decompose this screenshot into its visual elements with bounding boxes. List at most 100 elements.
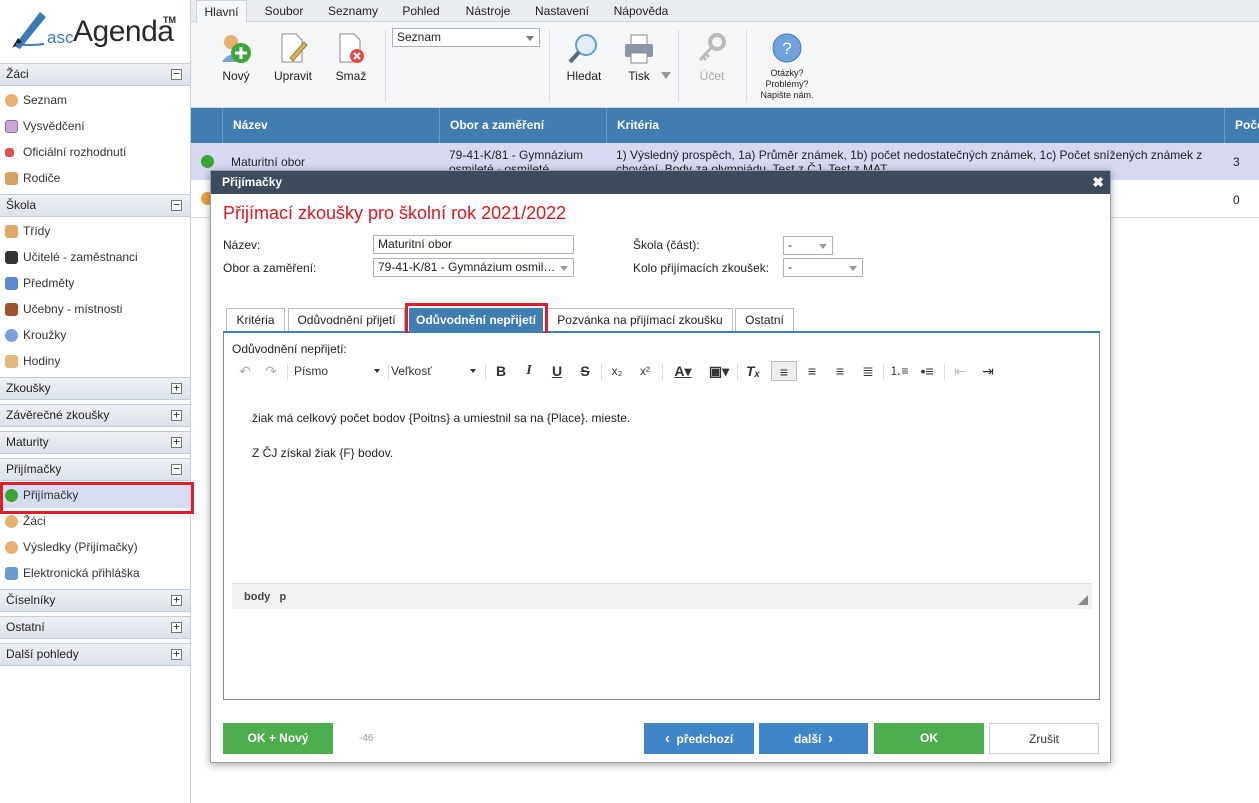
section-zkousky[interactable]: Zkoušky + bbox=[0, 377, 190, 400]
expand-icon[interactable]: + bbox=[171, 436, 182, 448]
obor-label: Obor a zaměření: bbox=[223, 261, 317, 275]
indent-icon[interactable]: ⇥ bbox=[977, 361, 999, 381]
superscript-icon[interactable]: x² bbox=[634, 361, 656, 381]
tab-pozvanka[interactable]: Pozvánka na přijímací zkoušku bbox=[547, 308, 733, 331]
record-counter: -46 bbox=[359, 733, 374, 744]
cancel-button[interactable]: Zrušit bbox=[989, 723, 1099, 754]
ok-button[interactable]: OK bbox=[874, 723, 984, 754]
nazev-input[interactable]: Maturitní obor bbox=[373, 235, 574, 254]
sidebar-item-elektronicka-prihlaska[interactable]: Elektronická přihláška bbox=[0, 560, 190, 586]
expand-icon[interactable]: + bbox=[171, 594, 182, 606]
italic-icon[interactable]: I bbox=[518, 361, 540, 381]
section-ciselniky[interactable]: Číselníky + bbox=[0, 589, 190, 612]
new-button[interactable]: Nový bbox=[216, 32, 256, 83]
column-obor[interactable]: Obor a zaměření bbox=[440, 108, 607, 143]
bullet-list-icon[interactable]: •≡ bbox=[916, 361, 938, 381]
sidebar-item-hodiny[interactable]: Hodiny bbox=[0, 348, 190, 374]
strikethrough-icon[interactable]: S bbox=[574, 361, 596, 381]
font-select[interactable]: Písmo bbox=[294, 361, 380, 381]
undo-icon[interactable]: ↶ bbox=[234, 361, 256, 381]
skola-select[interactable]: - bbox=[783, 236, 833, 255]
justify-icon[interactable]: ≣ bbox=[857, 361, 879, 381]
expand-icon[interactable]: + bbox=[171, 648, 182, 660]
redo-icon[interactable]: ↷ bbox=[260, 361, 282, 381]
align-left-icon[interactable]: ≡ bbox=[771, 361, 797, 381]
section-skola[interactable]: Škola − bbox=[0, 194, 190, 217]
sidebar-item-predmety[interactable]: Předměty bbox=[0, 270, 190, 296]
search-button[interactable]: Hledat bbox=[564, 32, 604, 83]
section-ostatni[interactable]: Ostatní + bbox=[0, 616, 190, 639]
previous-button[interactable]: ‹ předchozí bbox=[644, 723, 754, 754]
column-kriteria[interactable]: Kritéria bbox=[607, 108, 1225, 143]
sidebar-item-tridy[interactable]: Třídy bbox=[0, 218, 190, 244]
expand-icon[interactable]: + bbox=[171, 621, 182, 633]
size-select[interactable]: Veľkosť bbox=[391, 361, 476, 381]
chevron-down-icon bbox=[374, 369, 380, 373]
background-color-icon[interactable]: ▣▾ bbox=[704, 361, 734, 381]
outdent-icon[interactable]: ⇤ bbox=[949, 361, 971, 381]
add-user-icon bbox=[222, 35, 251, 63]
collapse-icon[interactable]: − bbox=[171, 68, 182, 80]
section-prijimacky[interactable]: Přijímačky − bbox=[0, 458, 190, 481]
remove-format-icon[interactable]: Tₓ bbox=[742, 361, 764, 381]
logo-asc: asc bbox=[47, 28, 74, 47]
close-icon[interactable]: ✖ bbox=[1092, 171, 1104, 194]
tab-kriteria[interactable]: Kritéria bbox=[226, 308, 285, 331]
align-center-icon[interactable]: ≡ bbox=[801, 361, 823, 381]
underline-icon[interactable]: U bbox=[546, 361, 568, 381]
numbered-list-icon[interactable]: ⒈≡ bbox=[888, 361, 910, 381]
sidebar-item-vysvedceni[interactable]: Vysvědčení bbox=[0, 113, 190, 139]
menu-soubor[interactable]: Soubor bbox=[254, 0, 314, 22]
collapse-icon[interactable]: − bbox=[171, 199, 182, 211]
menu-napoveda[interactable]: Nápověda bbox=[605, 0, 677, 22]
sidebar-item-ucitele[interactable]: Učitelé - zaměstnanci bbox=[0, 244, 190, 270]
edit-button[interactable]: Upravit bbox=[273, 32, 313, 83]
sidebar-item-ucebny[interactable]: Učebny - místnosti bbox=[0, 296, 190, 322]
tab-ostatni[interactable]: Ostatní bbox=[735, 308, 794, 331]
print-dropdown-icon[interactable] bbox=[661, 72, 671, 79]
kolo-select[interactable]: - bbox=[783, 258, 863, 277]
toolbar-separator bbox=[549, 30, 550, 102]
expand-icon[interactable]: + bbox=[171, 409, 182, 421]
resize-handle-icon[interactable] bbox=[1078, 595, 1088, 605]
sidebar-item-rodice[interactable]: Rodiče bbox=[0, 165, 190, 191]
help-button[interactable]: ? Otázky? Problémy? Napište nám. bbox=[757, 32, 817, 100]
sidebar-item-seznam[interactable]: Seznam bbox=[0, 87, 190, 113]
column-pocet[interactable]: Poče bbox=[1225, 108, 1259, 143]
chevron-down-icon bbox=[526, 36, 534, 41]
delete-button[interactable]: Smaž bbox=[331, 32, 371, 83]
sidebar-item-krouzky[interactable]: Kroužky bbox=[0, 322, 190, 348]
subscript-icon[interactable]: x₂ bbox=[606, 361, 628, 381]
printer-icon bbox=[625, 34, 653, 64]
menu-hlavni[interactable]: Hlavní bbox=[196, 0, 247, 23]
section-zaci[interactable]: Žáci − bbox=[0, 63, 190, 86]
tab-oduvodneni-prijeti[interactable]: Odůvodnění přijetí bbox=[288, 308, 405, 331]
menu-pohled[interactable]: Pohled bbox=[394, 0, 448, 22]
section-zaverecne-zkousky[interactable]: Závěrečné zkoušky + bbox=[0, 404, 190, 427]
account-button[interactable]: Účet bbox=[692, 32, 732, 83]
text-color-icon[interactable]: A▾ bbox=[668, 361, 698, 381]
sidebar-item-zaci[interactable]: Žáci bbox=[0, 508, 190, 534]
next-button[interactable]: další › bbox=[759, 723, 868, 754]
menu-seznamy[interactable]: Seznamy bbox=[319, 0, 387, 22]
menu-nastaveni[interactable]: Nastavení bbox=[527, 0, 597, 22]
sidebar-item-oficialni-rozhodnuti[interactable]: Oficiální rozhodnutí bbox=[0, 139, 190, 165]
ok-new-button[interactable]: OK + Nový bbox=[223, 723, 333, 754]
section-dalsi-pohledy[interactable]: Další pohledy + bbox=[0, 643, 190, 666]
view-select[interactable]: Seznam bbox=[392, 28, 540, 47]
collapse-icon[interactable]: − bbox=[171, 463, 182, 475]
align-right-icon[interactable]: ≡ bbox=[829, 361, 851, 381]
column-nazev[interactable]: Název bbox=[223, 108, 440, 143]
status-path-body[interactable]: body bbox=[244, 591, 270, 603]
section-maturity[interactable]: Maturity + bbox=[0, 431, 190, 454]
print-button[interactable]: Tisk bbox=[619, 32, 659, 83]
data-grid: Název Obor a zaměření Kritéria Poče Matu… bbox=[191, 108, 1259, 218]
status-path-p[interactable]: p bbox=[279, 591, 286, 603]
expand-icon[interactable]: + bbox=[171, 382, 182, 394]
menu-nastroje[interactable]: Nástroje bbox=[457, 0, 519, 22]
obor-select[interactable]: 79-41-K/81 - Gymnázium osmil… bbox=[373, 258, 574, 277]
kolo-label: Kolo přijímacích zkoušek: bbox=[633, 261, 770, 275]
editor-content[interactable]: žiak má celkový počet bodov {Poitns} a u… bbox=[232, 385, 1092, 583]
sidebar-item-vysledky[interactable]: Výsledky (Přijímačky) bbox=[0, 534, 190, 560]
bold-icon[interactable]: B bbox=[490, 361, 512, 381]
